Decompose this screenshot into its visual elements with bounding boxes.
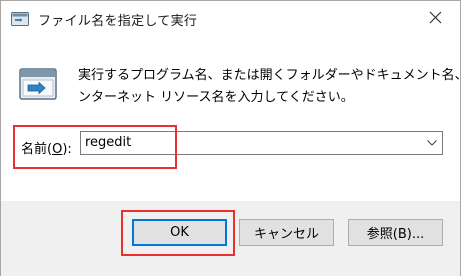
run-dialog-icon bbox=[11, 11, 29, 26]
highlight-box-name-field bbox=[13, 125, 177, 169]
window-title: ファイル名を指定して実行 bbox=[38, 14, 198, 29]
chevron-down-icon[interactable] bbox=[427, 140, 437, 146]
browse-button[interactable]: 参照(B)... bbox=[348, 219, 443, 246]
run-dialog: ファイル名を指定して実行 実行するプログラム名、または開くフォルダーやドキュメン… bbox=[0, 0, 461, 276]
close-button[interactable] bbox=[416, 2, 456, 34]
dialog-body: 実行するプログラム名、または開くフォルダーやドキュメント名、イ ンターネット リ… bbox=[1, 35, 461, 201]
dialog-footer: OK キャンセル 参照(B)... bbox=[1, 201, 460, 276]
instruction-line-1: 実行するプログラム名、または開くフォルダーやドキュメント名、イ bbox=[78, 68, 461, 83]
title-bar: ファイル名を指定して実行 bbox=[1, 1, 460, 35]
instruction-text: 実行するプログラム名、または開くフォルダーやドキュメント名、イ ンターネット リ… bbox=[78, 65, 461, 109]
close-icon bbox=[429, 11, 442, 24]
instruction-line-2: ンターネット リソース名を入力してください。 bbox=[78, 90, 354, 105]
run-dialog-icon bbox=[19, 68, 57, 100]
cancel-button[interactable]: キャンセル bbox=[239, 219, 334, 246]
highlight-box-ok-button bbox=[121, 210, 235, 256]
